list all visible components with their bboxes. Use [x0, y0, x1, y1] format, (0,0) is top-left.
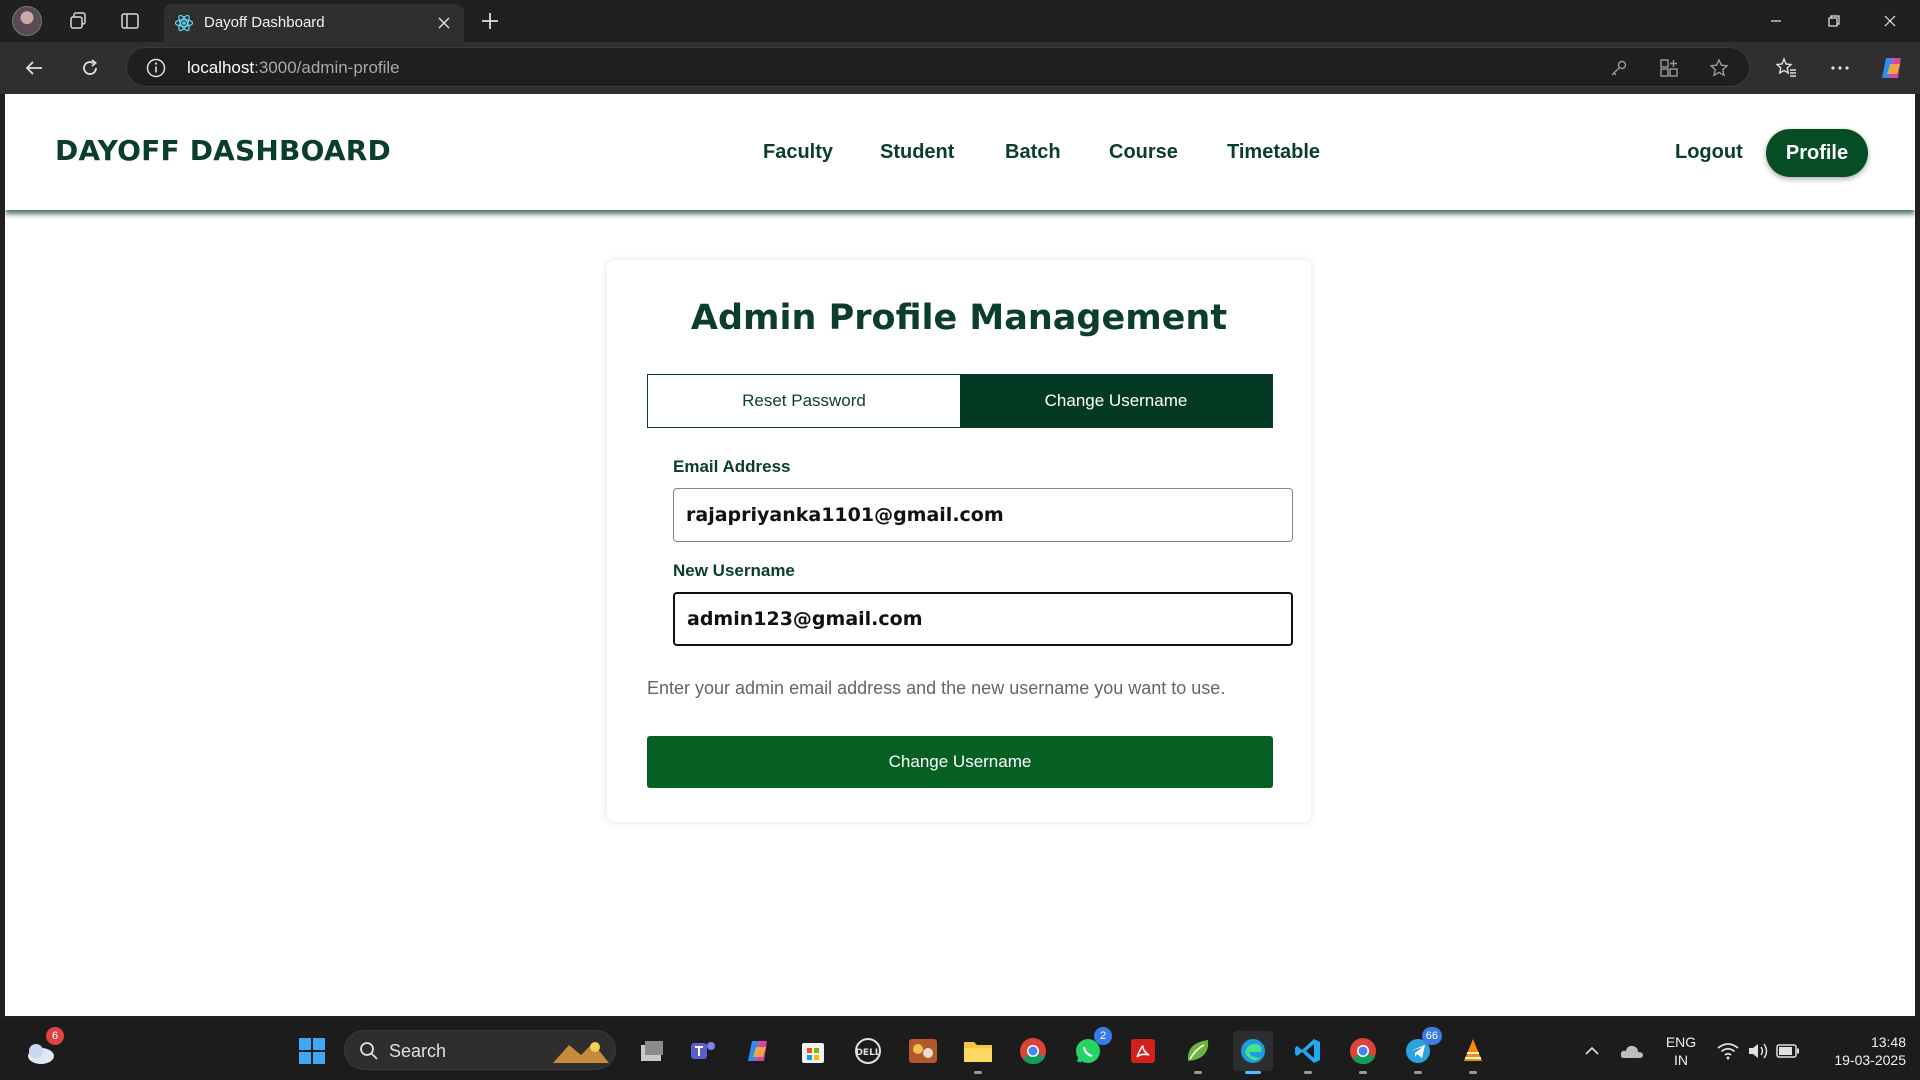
back-icon[interactable]	[18, 52, 50, 84]
logout-link[interactable]: Logout	[1675, 141, 1743, 164]
tab-change-username[interactable]: Change Username	[960, 375, 1272, 427]
change-username-button[interactable]: Change Username	[647, 736, 1273, 788]
whatsapp-badge: 2	[1094, 1027, 1112, 1045]
react-icon	[174, 14, 194, 32]
vertical-tabs-icon[interactable]	[114, 5, 146, 37]
start-icon[interactable]	[292, 1031, 332, 1071]
file-explorer-icon[interactable]	[958, 1031, 998, 1074]
favorite-star-icon[interactable]	[1705, 54, 1733, 82]
acrobat-icon[interactable]	[1123, 1031, 1163, 1071]
weather-icon[interactable]: 6	[20, 1027, 64, 1071]
clock[interactable]: 13:48 19-03-2025	[1808, 1033, 1906, 1069]
microsoft-store-icon[interactable]	[793, 1031, 833, 1071]
workspaces-icon[interactable]	[62, 5, 94, 37]
nav-link-batch[interactable]: Batch	[1005, 141, 1061, 164]
chrome-profile-icon[interactable]	[1343, 1031, 1383, 1074]
helper-text: Enter your admin email address and the n…	[647, 678, 1226, 698]
copilot-icon[interactable]	[1876, 52, 1908, 84]
weather-badge: 6	[46, 1027, 64, 1045]
game-app-icon[interactable]	[903, 1031, 943, 1071]
edge-icon[interactable]	[1233, 1031, 1273, 1074]
search-label: Search	[389, 1041, 447, 1061]
profile-card: Admin Profile Management Reset Password …	[607, 260, 1311, 822]
nav-link-timetable[interactable]: Timetable	[1227, 141, 1320, 164]
windows-taskbar: 6 Search DELL 2 66 ENG IN 13:48 19-03-20…	[0, 1021, 1920, 1080]
telegram-icon[interactable]: 66	[1398, 1027, 1442, 1074]
browser-tab-active[interactable]: Dayoff Dashboard	[164, 4, 464, 42]
vscode-icon[interactable]	[1288, 1031, 1328, 1074]
vlc-icon[interactable]	[1453, 1031, 1493, 1074]
site-info-icon[interactable]	[145, 57, 167, 79]
favorites-icon[interactable]	[1770, 52, 1802, 84]
email-field[interactable]	[673, 488, 1293, 542]
input-language[interactable]: ENG IN	[1660, 1033, 1702, 1069]
close-window-icon[interactable]	[1862, 0, 1918, 42]
top-navbar: DAYOFF DASHBOARD Faculty Student Batch C…	[5, 94, 1915, 210]
refresh-icon[interactable]	[74, 52, 106, 84]
nav-link-student[interactable]: Student	[880, 141, 954, 164]
email-label: Email Address	[673, 457, 791, 476]
telegram-badge: 66	[1421, 1027, 1442, 1045]
profile-avatar[interactable]	[12, 6, 42, 36]
address-url: localhost:3000/admin-profile	[187, 58, 400, 77]
new-username-field[interactable]	[673, 592, 1293, 646]
onedrive-icon[interactable]	[1612, 1031, 1652, 1071]
show-hidden-icons-icon[interactable]	[1572, 1031, 1612, 1071]
battery-icon[interactable]	[1768, 1031, 1808, 1071]
nav-link-faculty[interactable]: Faculty	[763, 141, 833, 164]
search-icon	[360, 1042, 378, 1060]
new-tab-icon[interactable]	[474, 5, 506, 37]
page-viewport: DAYOFF DASHBOARD Faculty Student Batch C…	[5, 94, 1915, 1016]
dell-icon[interactable]: DELL	[848, 1031, 888, 1071]
close-tab-icon[interactable]	[432, 11, 456, 35]
brand-title[interactable]: DAYOFF DASHBOARD	[55, 134, 391, 167]
minimize-icon[interactable]	[1748, 0, 1804, 42]
spring-tools-icon[interactable]	[1178, 1031, 1218, 1074]
chrome-icon[interactable]	[1013, 1031, 1053, 1071]
address-bar[interactable]: localhost:3000/admin-profile	[126, 47, 1750, 87]
profile-button[interactable]: Profile	[1766, 129, 1868, 177]
new-username-label: New Username	[673, 561, 795, 580]
page-title: Admin Profile Management	[690, 298, 1228, 338]
whatsapp-icon[interactable]: 2	[1068, 1027, 1112, 1071]
browser-tab-strip: Dayoff Dashboard	[0, 0, 1920, 42]
tab-reset-password[interactable]: Reset Password	[648, 375, 960, 427]
profile-tabs: Reset Password Change Username	[647, 374, 1273, 428]
tab-title: Dayoff Dashboard	[204, 14, 325, 31]
extensions-icon[interactable]	[1655, 54, 1683, 82]
teams-icon[interactable]	[683, 1031, 723, 1071]
restore-icon[interactable]	[1806, 0, 1862, 42]
taskbar-search[interactable]: Search	[344, 1030, 616, 1070]
nav-link-course[interactable]: Course	[1109, 141, 1178, 164]
svg-text:DELL: DELL	[855, 1048, 880, 1058]
more-options-icon[interactable]	[1824, 52, 1856, 84]
browser-toolbar: localhost:3000/admin-profile	[0, 42, 1920, 94]
task-view-icon[interactable]	[632, 1031, 672, 1071]
key-icon[interactable]	[1605, 54, 1633, 82]
copilot-app-icon[interactable]	[738, 1031, 778, 1071]
search-highlight-icon	[553, 1042, 609, 1063]
